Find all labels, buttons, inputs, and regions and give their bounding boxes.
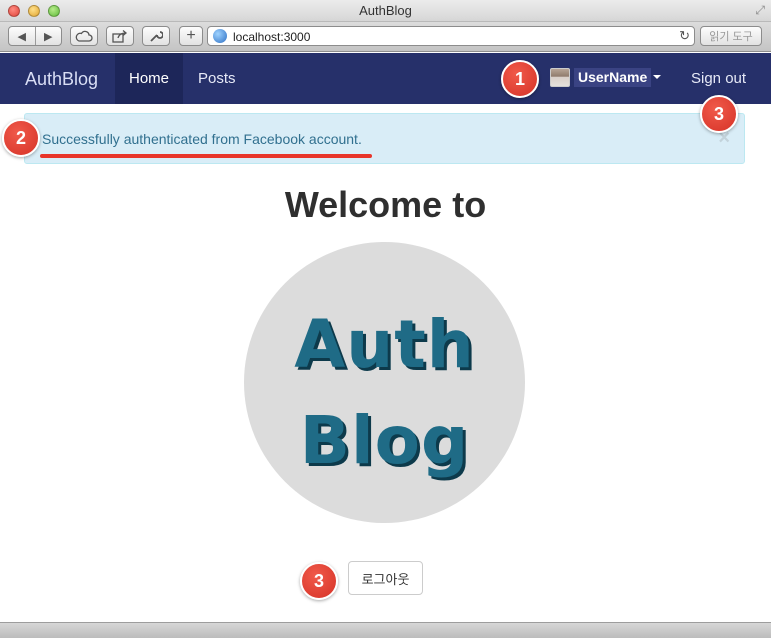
nav-link-posts[interactable]: Posts (198, 70, 236, 87)
window-titlebar: AuthBlog ⤢ (0, 0, 771, 22)
authblog-logo: Auth Blog (244, 242, 525, 523)
annotation-marker-3: 3 (300, 562, 338, 600)
logo-line-auth: Auth (294, 306, 475, 383)
sign-out-link[interactable]: Sign out (691, 70, 746, 87)
tools-button[interactable] (142, 26, 170, 46)
reader-button[interactable]: 읽기 도구 (700, 26, 762, 46)
icloud-tabs-button[interactable] (70, 26, 98, 46)
globe-icon (213, 29, 227, 43)
fullscreen-icon[interactable]: ⤢ (755, 3, 765, 18)
window-bottom-bar (0, 622, 771, 638)
history-nav-buttons: ◀ ▶ (8, 26, 62, 46)
share-button[interactable] (106, 26, 134, 46)
annotation-marker-1: 1 (501, 60, 539, 98)
wrench-icon (150, 31, 163, 42)
logout-button[interactable]: 로그아웃 (348, 561, 423, 595)
forward-arrow-icon[interactable]: ▶ (36, 30, 62, 43)
address-bar[interactable]: localhost:3000 ↻ (207, 26, 695, 46)
nav-link-home[interactable]: Home (115, 53, 183, 104)
avatar[interactable] (550, 68, 570, 87)
plus-icon: + (186, 27, 196, 44)
annotation-marker-2: 2 (2, 119, 40, 157)
cloud-icon (75, 30, 93, 42)
user-menu-toggle[interactable]: UserName (574, 68, 652, 87)
page-title: Welcome to (284, 184, 487, 225)
back-arrow-icon[interactable]: ◀ (9, 30, 35, 43)
alert-message: Successfully authenticated from Facebook… (42, 131, 362, 147)
navbar-brand[interactable]: AuthBlog (25, 69, 98, 90)
share-icon (112, 29, 128, 43)
annotation-marker-3: 3 (700, 95, 738, 133)
logo-line-blog: Blog (299, 402, 470, 479)
window-title: AuthBlog (359, 3, 412, 18)
new-tab-button[interactable]: + (179, 26, 203, 46)
chevron-down-icon[interactable] (653, 75, 661, 79)
browser-toolbar: ◀ ▶ + localhost:3000 ↻ 읽기 도구 (0, 22, 771, 52)
annotation-underline (40, 154, 372, 158)
url-text[interactable]: localhost:3000 (233, 30, 310, 44)
reload-icon[interactable]: ↻ (679, 28, 690, 44)
